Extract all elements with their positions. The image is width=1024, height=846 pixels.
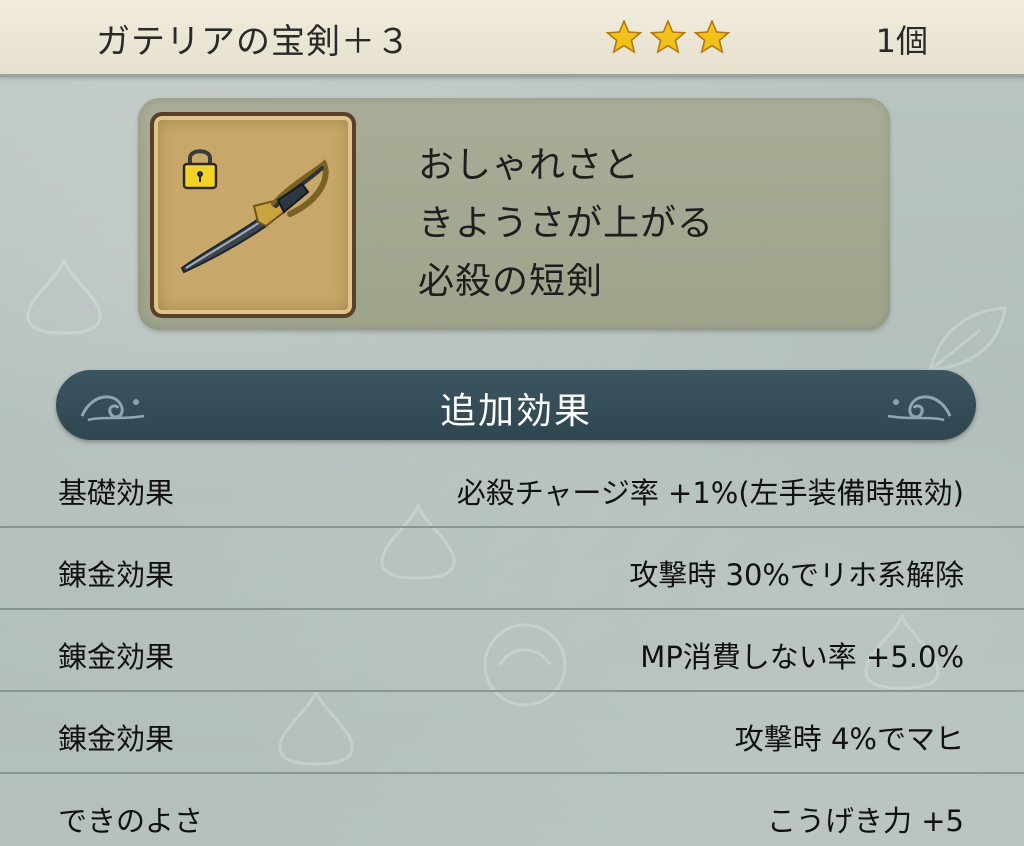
effect-row: 基礎効果 必殺チャージ率 +1%(左手装備時無効) (0, 446, 1024, 528)
effect-label: 錬金効果 (58, 640, 175, 674)
leaf-watermark-icon (928, 306, 1007, 372)
item-name: ガテリアの宝剣＋３ (96, 22, 411, 62)
section-banner: 追加効果 (56, 370, 976, 440)
effect-row: 錬金効果 攻撃時 30%でリホ系解除 (0, 528, 1024, 610)
effect-value: MP消費しない率 +5.0% (640, 640, 964, 674)
effect-label: できのよさ (58, 804, 204, 838)
effect-row: 錬金効果 攻撃時 4%でマヒ (0, 692, 1024, 774)
effect-value: 攻撃時 4%でマヒ (734, 722, 964, 756)
effect-label: 基礎効果 (58, 476, 175, 510)
flourish-right-icon (887, 395, 952, 422)
effect-label: 錬金効果 (58, 558, 175, 592)
description-line: きようさが上がる (418, 203, 715, 244)
description-line: おしゃれさと (418, 145, 641, 186)
rarity-stars (606, 20, 730, 54)
star-icon (606, 20, 642, 54)
item-header: ガテリアの宝剣＋３ 1個 (0, 0, 1024, 77)
description-line: 必殺の短剣 (418, 261, 604, 302)
effect-row: できのよさ こうげき力 +5 (0, 774, 1024, 846)
item-detail-screen: ガテリアの宝剣＋３ 1個 おしゃれさと きようさが上がる 必殺の短剣 追加効果 … (0, 0, 1024, 846)
effect-value: 攻撃時 30%でリホ系解除 (629, 558, 964, 592)
slime-watermark-icon (26, 258, 102, 335)
effect-row: 錬金効果 MP消費しない率 +5.0% (0, 610, 1024, 692)
lock-icon (182, 149, 218, 190)
effect-value: こうげき力 +5 (767, 804, 964, 838)
star-icon (694, 20, 730, 54)
section-title: 追加効果 (439, 391, 592, 432)
star-icon (650, 20, 686, 54)
effect-value: 必殺チャージ率 +1%(左手装備時無効) (456, 476, 964, 510)
effect-label: 錬金効果 (58, 722, 175, 756)
item-count: 1個 (875, 22, 928, 60)
effects-list: 基礎効果 必殺チャージ率 +1%(左手装備時無効) 錬金効果 攻撃時 30%でリ… (0, 446, 1024, 846)
